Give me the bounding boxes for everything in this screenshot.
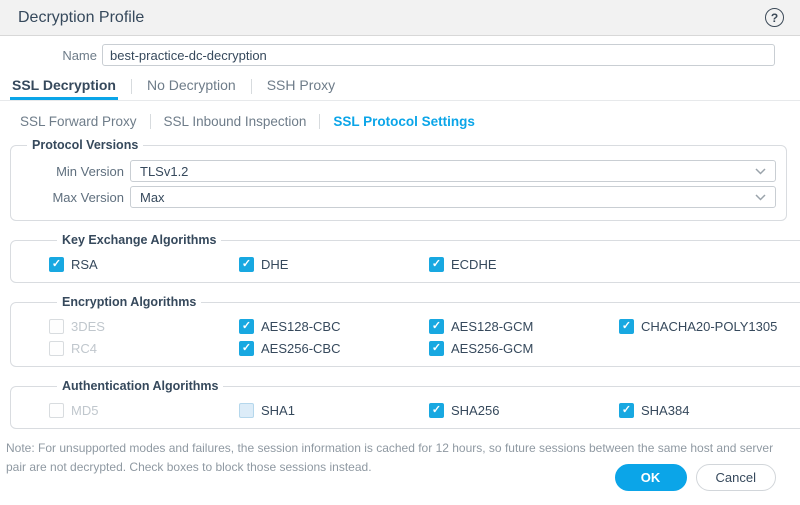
checkbox-rc4[interactable]: RC4 <box>49 341 239 356</box>
chevron-down-icon <box>755 168 766 175</box>
main-tabs: SSL Decryption No Decryption SSH Proxy <box>0 73 800 101</box>
checkbox-icon <box>239 341 254 356</box>
chevron-down-icon <box>755 194 766 201</box>
name-input[interactable] <box>102 44 775 66</box>
min-version-select[interactable]: TLSv1.2 <box>130 160 776 182</box>
max-version-row: Max Version Max <box>19 186 776 208</box>
min-version-value: TLSv1.2 <box>140 164 188 179</box>
encryption-section: Encryption Algorithms 3DES AES128-CBC AE… <box>10 295 800 367</box>
authentication-grid: MD5 SHA1 SHA256 SHA384 <box>49 399 800 418</box>
encryption-legend: Encryption Algorithms <box>57 295 201 309</box>
checkbox-icon <box>239 319 254 334</box>
dialog-titlebar: Decryption Profile ? <box>0 0 800 36</box>
tab-no-decryption[interactable]: No Decryption <box>145 73 238 100</box>
checkbox-icon <box>429 257 444 272</box>
help-icon[interactable]: ? <box>765 8 784 27</box>
authentication-section: Authentication Algorithms MD5 SHA1 SHA25… <box>10 379 800 429</box>
checkbox-sha256[interactable]: SHA256 <box>429 403 619 418</box>
encryption-grid: 3DES AES128-CBC AES128-GCM CHACHA20-POLY… <box>49 315 800 356</box>
checkbox-aes128-cbc[interactable]: AES128-CBC <box>239 319 429 334</box>
tab-separator <box>251 79 252 94</box>
subtab-ssl-protocol-settings[interactable]: SSL Protocol Settings <box>333 114 475 129</box>
tab-ssl-decryption[interactable]: SSL Decryption <box>10 73 118 100</box>
name-field-row: Name <box>0 44 775 66</box>
min-version-label: Min Version <box>19 164 124 179</box>
tab-ssh-proxy[interactable]: SSH Proxy <box>265 73 337 100</box>
checkbox-icon <box>49 319 64 334</box>
subtab-ssl-inbound-inspection[interactable]: SSL Inbound Inspection <box>164 114 307 129</box>
checkbox-icon <box>429 319 444 334</box>
max-version-value: Max <box>140 190 165 205</box>
key-exchange-grid: RSA DHE ECDHE <box>49 253 800 272</box>
checkbox-icon <box>49 341 64 356</box>
authentication-legend: Authentication Algorithms <box>57 379 223 393</box>
checkbox-sha384[interactable]: SHA384 <box>619 403 800 418</box>
checkbox-icon <box>429 403 444 418</box>
cancel-button[interactable]: Cancel <box>696 464 776 491</box>
subtab-separator <box>150 114 151 129</box>
max-version-select[interactable]: Max <box>130 186 776 208</box>
checkbox-icon <box>619 319 634 334</box>
checkbox-icon <box>619 403 634 418</box>
checkbox-rsa[interactable]: RSA <box>49 257 239 272</box>
checkbox-icon <box>239 403 254 418</box>
checkbox-aes256-gcm[interactable]: AES256-GCM <box>429 341 619 356</box>
ssl-decryption-subtabs: SSL Forward Proxy SSL Inbound Inspection… <box>20 114 800 129</box>
name-label: Name <box>0 48 97 63</box>
checkbox-md5[interactable]: MD5 <box>49 403 239 418</box>
checkbox-aes256-cbc[interactable]: AES256-CBC <box>239 341 429 356</box>
checkbox-sha1[interactable]: SHA1 <box>239 403 429 418</box>
checkbox-icon <box>49 257 64 272</box>
dialog-footer: OK Cancel <box>615 464 776 491</box>
checkbox-chacha20-poly1305[interactable]: CHACHA20-POLY1305 <box>619 319 800 334</box>
key-exchange-section: Key Exchange Algorithms RSA DHE ECDHE <box>10 233 800 283</box>
checkbox-dhe[interactable]: DHE <box>239 257 429 272</box>
protocol-versions-section: Protocol Versions Min Version TLSv1.2 Ma… <box>10 138 787 221</box>
checkbox-aes128-gcm[interactable]: AES128-GCM <box>429 319 619 334</box>
checkbox-icon <box>429 341 444 356</box>
max-version-label: Max Version <box>19 190 124 205</box>
page-title: Decryption Profile <box>18 9 144 27</box>
checkbox-icon <box>49 403 64 418</box>
subtab-separator <box>319 114 320 129</box>
protocol-versions-legend: Protocol Versions <box>27 138 143 152</box>
subtab-ssl-forward-proxy[interactable]: SSL Forward Proxy <box>20 114 137 129</box>
key-exchange-legend: Key Exchange Algorithms <box>57 233 221 247</box>
checkbox-ecdhe[interactable]: ECDHE <box>429 257 619 272</box>
tab-separator <box>131 79 132 94</box>
checkbox-3des[interactable]: 3DES <box>49 319 239 334</box>
ok-button[interactable]: OK <box>615 464 687 491</box>
min-version-row: Min Version TLSv1.2 <box>19 160 776 182</box>
checkbox-icon <box>239 257 254 272</box>
